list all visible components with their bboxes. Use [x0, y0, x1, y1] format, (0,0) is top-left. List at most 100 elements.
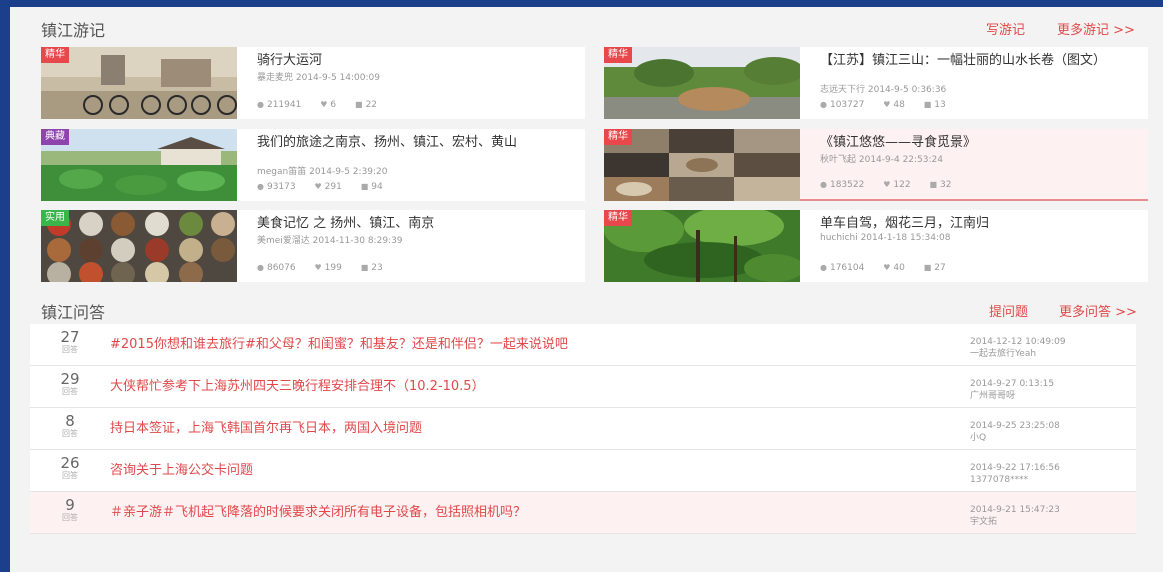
- views-count: 176104: [829, 263, 865, 273]
- answer-count: 27 回答: [30, 329, 110, 355]
- likes-count: 48: [893, 100, 905, 110]
- views-count: 103727: [829, 100, 865, 110]
- question-link[interactable]: 咨询关于上海公交卡问题: [110, 459, 253, 478]
- write-travelnote-link[interactable]: 写游记: [986, 19, 1025, 38]
- question-meta: 2014-9-27 0:13:15 广州哥哥呀: [970, 378, 1054, 402]
- answer-count-number: 27: [60, 328, 80, 346]
- featured-badge: 精华: [41, 47, 69, 63]
- likes-count: 40: [893, 263, 905, 273]
- travel-section-title: 镇江游记: [41, 21, 106, 40]
- travelnote-card[interactable]: 精华 【江苏】镇江三山：一幅壮丽的山水长卷（图文） 志远天下行 2014-9-5…: [604, 47, 1148, 119]
- question-date: 2014-12-12 10:49:09: [970, 337, 1066, 347]
- travelnote-title[interactable]: 我们的旅途之南京、扬州、镇江、宏村、黄山: [257, 135, 575, 150]
- travelnote-stats: ● 86076 ♥ 199 ■ 23: [257, 263, 399, 273]
- qa-row[interactable]: 9 回答 ＃亲子游＃飞机起飞降落的时候要求关闭所有电子设备，包括照相机吗？ 201…: [30, 492, 1136, 534]
- travelnote-thumbnail: [41, 47, 237, 119]
- views-count: 93173: [266, 182, 296, 192]
- travelnote-card[interactable]: 精华 《镇江悠悠——寻食觅景》 秋叶飞起 2014-9-4 22:53:24 ●…: [604, 129, 1148, 201]
- question-meta: 2014-9-25 23:25:08 小Q: [970, 420, 1060, 444]
- question-user: 1377078****: [970, 475, 1029, 485]
- like-icon: ♥: [320, 100, 328, 109]
- comments-count: 22: [365, 100, 378, 110]
- watermark: 微游记: [1118, 269, 1142, 278]
- likes-count: 199: [324, 263, 342, 273]
- practical-badge: 实用: [41, 210, 69, 226]
- answer-count-label: 回答: [62, 471, 78, 480]
- travelnote-thumbnail: [41, 129, 237, 201]
- question-link[interactable]: 大侠帮忙参考下上海苏州四天三晚行程安排合理不（10.2-10.5）: [110, 375, 485, 394]
- more-qa-link[interactable]: 更多问答 >>: [1059, 301, 1137, 320]
- travelnote-thumbnail: [604, 47, 800, 119]
- travelnote-card[interactable]: 实用 微游记 美食记忆 之 扬州、镇江、南京 美mei爱溜达 2014-11-3…: [41, 210, 585, 282]
- question-user: 广州哥哥呀: [970, 391, 1016, 401]
- travelnote-card[interactable]: 精华 骑行大运河 暴走麦兜 2014-9-5 14:00:09 ● 211941 …: [41, 47, 585, 119]
- travelnote-title[interactable]: 【江苏】镇江三山：一幅壮丽的山水长卷（图文）: [820, 53, 1138, 68]
- watermark: 微游记: [555, 269, 579, 278]
- views-icon: ●: [257, 263, 264, 272]
- travelnote-thumbnail: [604, 129, 800, 201]
- like-icon: ♥: [883, 263, 891, 272]
- featured-badge: 精华: [604, 210, 632, 226]
- comments-count: 13: [934, 100, 946, 110]
- views-icon: ●: [257, 182, 264, 191]
- views-count: 183522: [829, 180, 865, 190]
- answer-count-label: 回答: [62, 387, 78, 396]
- qa-list: 27 回答 #2015你想和谁去旅行#和父母？和闺蜜？和基友？还是和伴侣？一起来说…: [30, 324, 1136, 534]
- answer-count-number: 26: [60, 454, 80, 472]
- question-user: 一起去旅行Yeah: [970, 349, 1037, 359]
- question-meta: 2014-9-22 17:16:56 1377078****: [970, 462, 1060, 486]
- travelnote-card[interactable]: 精华 微游记 单车自驾，烟花三月，江南归 huchichi 2014-1-18 …: [604, 210, 1148, 282]
- likes-count: 122: [893, 180, 911, 190]
- travelnote-title[interactable]: 骑行大运河: [257, 53, 575, 68]
- travelnote-thumbnail: [41, 210, 237, 282]
- question-date: 2014-9-27 0:13:15: [970, 379, 1055, 389]
- like-icon: ♥: [314, 182, 322, 191]
- travelnote-stats: ● 176104 ♥ 40 ■ 27: [820, 263, 962, 273]
- question-link[interactable]: 持日本签证，上海飞韩国首尔再飞日本，两国入境问题: [110, 417, 422, 436]
- travelnote-stats: ● 211941 ♥ 6 ■ 22: [257, 100, 393, 110]
- travelnote-title[interactable]: 单车自驾，烟花三月，江南归: [820, 216, 1138, 231]
- travelnote-title[interactable]: 美食记忆 之 扬州、镇江、南京: [257, 216, 575, 231]
- answer-count-label: 回答: [62, 513, 78, 522]
- travelnote-stats: ● 103727 ♥ 48 ■ 13: [820, 100, 962, 110]
- answer-count: 9 回答: [30, 497, 110, 523]
- collection-badge: 典藏: [41, 129, 69, 145]
- question-date: 2014-9-21 15:47:23: [970, 505, 1060, 515]
- like-icon: ♥: [883, 180, 891, 189]
- travelnote-author-date: 美mei爱溜达 2014-11-30 8:29:39: [257, 236, 403, 246]
- comments-count: 32: [940, 180, 952, 190]
- question-link[interactable]: ＃亲子游＃飞机起飞降落的时候要求关闭所有电子设备，包括照相机吗？: [110, 501, 526, 520]
- comment-icon: ■: [929, 180, 938, 189]
- frame-border: [0, 296, 10, 572]
- qa-row[interactable]: 27 回答 #2015你想和谁去旅行#和父母？和闺蜜？和基友？还是和伴侣？一起来说…: [30, 324, 1136, 366]
- comments-count: 27: [934, 263, 946, 273]
- answer-count-number: 8: [65, 412, 75, 430]
- comment-icon: ■: [923, 100, 932, 109]
- question-user: 小Q: [970, 433, 987, 443]
- answer-count: 8 回答: [30, 413, 110, 439]
- qa-row[interactable]: 26 回答 咨询关于上海公交卡问题 2014-9-22 17:16:56 13770…: [30, 450, 1136, 492]
- question-meta: 2014-12-12 10:49:09 一起去旅行Yeah: [970, 336, 1066, 360]
- qa-row[interactable]: 8 回答 持日本签证，上海飞韩国首尔再飞日本，两国入境问题 2014-9-25 2…: [30, 408, 1136, 450]
- answer-count-number: 29: [60, 370, 80, 388]
- answer-count-number: 9: [65, 496, 75, 514]
- travelnote-card[interactable]: 典藏 我们的旅途之南京、扬州、镇江、宏村、黄山 megan笛笛 2014-9-5…: [41, 129, 585, 201]
- comments-count: 23: [371, 263, 383, 273]
- question-user: 宇文拓: [970, 517, 998, 527]
- travelnote-title[interactable]: 《镇江悠悠——寻食觅景》: [820, 135, 1138, 150]
- like-icon: ♥: [883, 100, 891, 109]
- comment-icon: ■: [355, 100, 363, 109]
- like-icon: ♥: [314, 263, 322, 272]
- views-icon: ●: [820, 263, 827, 272]
- answer-count: 26 回答: [30, 455, 110, 481]
- more-travelnotes-link[interactable]: 更多游记 >>: [1057, 19, 1135, 38]
- comments-count: 94: [371, 182, 383, 192]
- question-link[interactable]: #2015你想和谁去旅行#和父母？和闺蜜？和基友？还是和伴侣？一起来说说吧: [110, 333, 568, 352]
- views-count: 86076: [266, 263, 296, 273]
- ask-question-link[interactable]: 提问题: [989, 301, 1028, 320]
- qa-row[interactable]: 29 回答 大侠帮忙参考下上海苏州四天三晚行程安排合理不（10.2-10.5） 2…: [30, 366, 1136, 408]
- travelnote-author-date: 志远天下行 2014-9-5 0:36:36: [820, 85, 947, 95]
- travelnote-stats: ● 93173 ♥ 291 ■ 94: [257, 182, 399, 192]
- likes-count: 6: [330, 100, 337, 110]
- question-meta: 2014-9-21 15:47:23 宇文拓: [970, 504, 1060, 528]
